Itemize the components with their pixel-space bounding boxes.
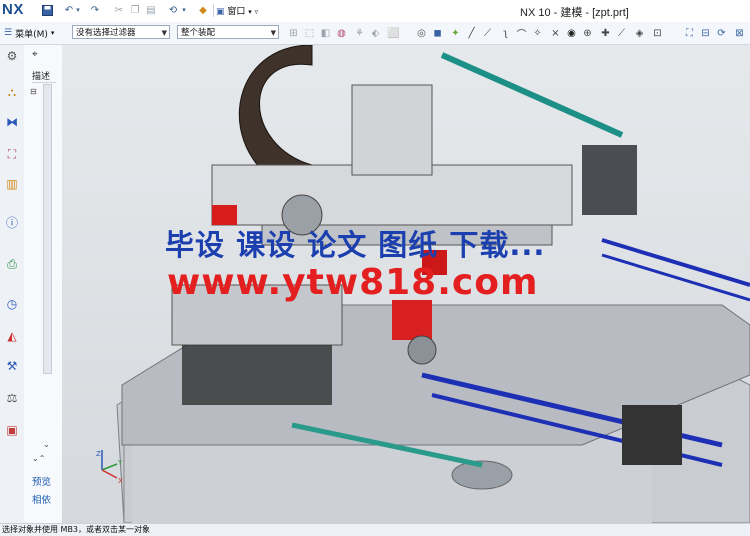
section-collapse-icon[interactable]: ⌄⌃ — [32, 454, 45, 463]
window-icon: ▣ — [216, 7, 225, 17]
zoom-window-icon[interactable]: ⊟ — [698, 26, 713, 41]
fit-view-icon[interactable]: ⛶ — [682, 26, 697, 41]
repeat-dropdown-icon[interactable]: ▾ — [180, 3, 188, 17]
snap-arc-center-icon[interactable]: ⌒ — [514, 26, 529, 41]
watermark-line-2: www.ytw818.com — [167, 262, 539, 303]
selection-filter-dropdown[interactable]: 没有选择过滤器 ▼ — [72, 25, 170, 39]
collapse-icon[interactable]: ⊟ — [30, 87, 37, 96]
assembly-navigator-icon[interactable]: ⛬ — [3, 83, 21, 101]
window-menu-button[interactable]: ▣ 窗口 ▾ ▿ — [216, 4, 258, 17]
gear-icon[interactable]: ⚙ — [3, 47, 21, 65]
snap-point-icon[interactable]: ✦ — [448, 26, 463, 41]
menu-label: 菜单(M) — [15, 29, 48, 40]
select-components-icon[interactable]: ⚘ — [352, 26, 367, 41]
triad-z-label: Z — [96, 450, 101, 458]
undo-dropdown-icon[interactable]: ▾ — [74, 3, 82, 17]
window-title: NX 10 - 建模 - [zpt.prt] — [520, 7, 629, 19]
menu-button[interactable]: ☰ 菜单(M) ▾ — [4, 26, 54, 40]
snap-on-curve-icon[interactable]: ⟋ — [614, 26, 629, 41]
chevron-down-icon[interactable]: ⌄ — [43, 440, 50, 449]
snap-center-icon[interactable]: ◉ — [564, 26, 579, 41]
clock-icon[interactable]: ◷ — [3, 295, 21, 313]
separator — [213, 4, 214, 17]
navigator-pin-icon[interactable]: ⌖ — [32, 49, 38, 60]
snap-endpoint-icon[interactable]: ╱ — [464, 26, 479, 41]
column-header-description[interactable]: 描述 — [32, 69, 56, 83]
selection-intent-icon[interactable]: ◍ — [334, 26, 349, 41]
snap-intersection-icon[interactable]: ⨯ — [548, 26, 563, 41]
selection-scope-dropdown[interactable]: 整个装配 ▼ — [177, 25, 279, 39]
reuse-library-icon[interactable]: ▥ — [3, 175, 21, 193]
snap-quadrant-icon[interactable]: ⊕ — [580, 26, 595, 41]
selection-filter-value: 没有选择过滤器 — [76, 28, 136, 38]
snap-midpoint-icon[interactable]: ⟋ — [480, 26, 495, 41]
cut-icon[interactable]: ✂ — [112, 3, 126, 17]
window-menu-label: 窗口 — [227, 7, 246, 17]
selection-scope-value: 整个装配 — [181, 28, 216, 38]
resource-bar: ⚙ ⛬ ⧓ ⛶ ▥ ⓘ ⎙ ◷ ◭ ⚒ ⚖ ▣ — [0, 45, 25, 523]
snap-existing-point-icon[interactable]: ✚ — [598, 26, 613, 41]
visualization-icon[interactable]: ◭ — [3, 327, 21, 345]
title-bar: NX ↶ ▾ ↷ ✂ ❐ ▤ ⟲ ▾ ◆ ▣ 窗口 ▾ ▿ NX 10 - 建模… — [0, 0, 750, 23]
top-border-bar: ☰ 菜单(M) ▾ 没有选择过滤器 ▼ 整个装配 ▼ ⊞ ⬚ ◧ ◍ ⚘ ⬖ ⬜… — [0, 22, 750, 45]
rotate-view-icon[interactable]: ⟳ — [714, 26, 729, 41]
triad-y-label: Y — [118, 459, 123, 467]
chevron-down-icon: ▾ — [50, 29, 55, 37]
copy-icon[interactable]: ❐ — [128, 3, 142, 17]
history-icon[interactable]: ⎙ — [3, 255, 21, 273]
rectangle-select-icon[interactable]: ⬜ — [386, 26, 401, 41]
save-icon[interactable] — [40, 3, 54, 17]
roles-icon[interactable]: ▣ — [3, 421, 21, 439]
triad-x-label: X — [118, 477, 123, 485]
select-bodies-icon[interactable]: ◧ — [318, 26, 333, 41]
chevron-down-icon: ▼ — [161, 29, 167, 37]
refresh-icon[interactable]: ⊠ — [732, 26, 747, 41]
repeat-command-icon[interactable]: ⟲ — [166, 3, 180, 17]
dependency-link[interactable]: 相依 — [32, 492, 51, 506]
navigator-scrollbar[interactable] — [43, 84, 52, 374]
snap-bounded-icon[interactable]: ⊡ — [650, 26, 665, 41]
view-orient-icon[interactable]: ◎ — [414, 26, 429, 41]
redo-icon[interactable]: ↷ — [88, 3, 102, 17]
manufacturing-wizards-icon[interactable]: ⚖ — [3, 389, 21, 407]
chevron-down-icon: ▼ — [270, 29, 276, 37]
paste-icon[interactable]: ▤ — [144, 3, 158, 17]
constraint-navigator-icon[interactable]: ⧓ — [3, 113, 21, 131]
solid-display-icon[interactable]: ◼ — [430, 26, 445, 41]
status-bar: 选择对象并使用 MB3，或者双击某一对象 — [0, 523, 750, 536]
watermark-line-1: 毕设 课设 论文 图纸 下载... — [165, 228, 546, 262]
touch-mode-icon[interactable]: ◆ — [196, 3, 210, 17]
menu-icon: ☰ — [4, 28, 13, 38]
snap-curve-icon[interactable]: ʅ — [498, 26, 513, 41]
select-features-icon[interactable]: ⬚ — [302, 26, 317, 41]
general-selection-icon[interactable]: ⊞ — [286, 26, 301, 41]
customize-icon: ▿ — [254, 8, 259, 16]
snap-on-face-icon[interactable]: ◈ — [632, 26, 647, 41]
status-message: 选择对象并使用 MB3，或者双击某一对象 — [2, 525, 151, 534]
part-navigator-icon[interactable]: ⛶ — [3, 145, 21, 163]
preview-link[interactable]: 预览 — [32, 474, 51, 488]
select-solids-icon[interactable]: ⬖ — [368, 26, 383, 41]
snap-tangent-icon[interactable]: ✧ — [530, 26, 545, 41]
process-studio-icon[interactable]: ⚒ — [3, 357, 21, 375]
chevron-down-icon: ▾ — [248, 8, 252, 16]
internet-explorer-icon[interactable]: ⓘ — [3, 213, 21, 231]
nx-logo: NX — [2, 1, 24, 18]
